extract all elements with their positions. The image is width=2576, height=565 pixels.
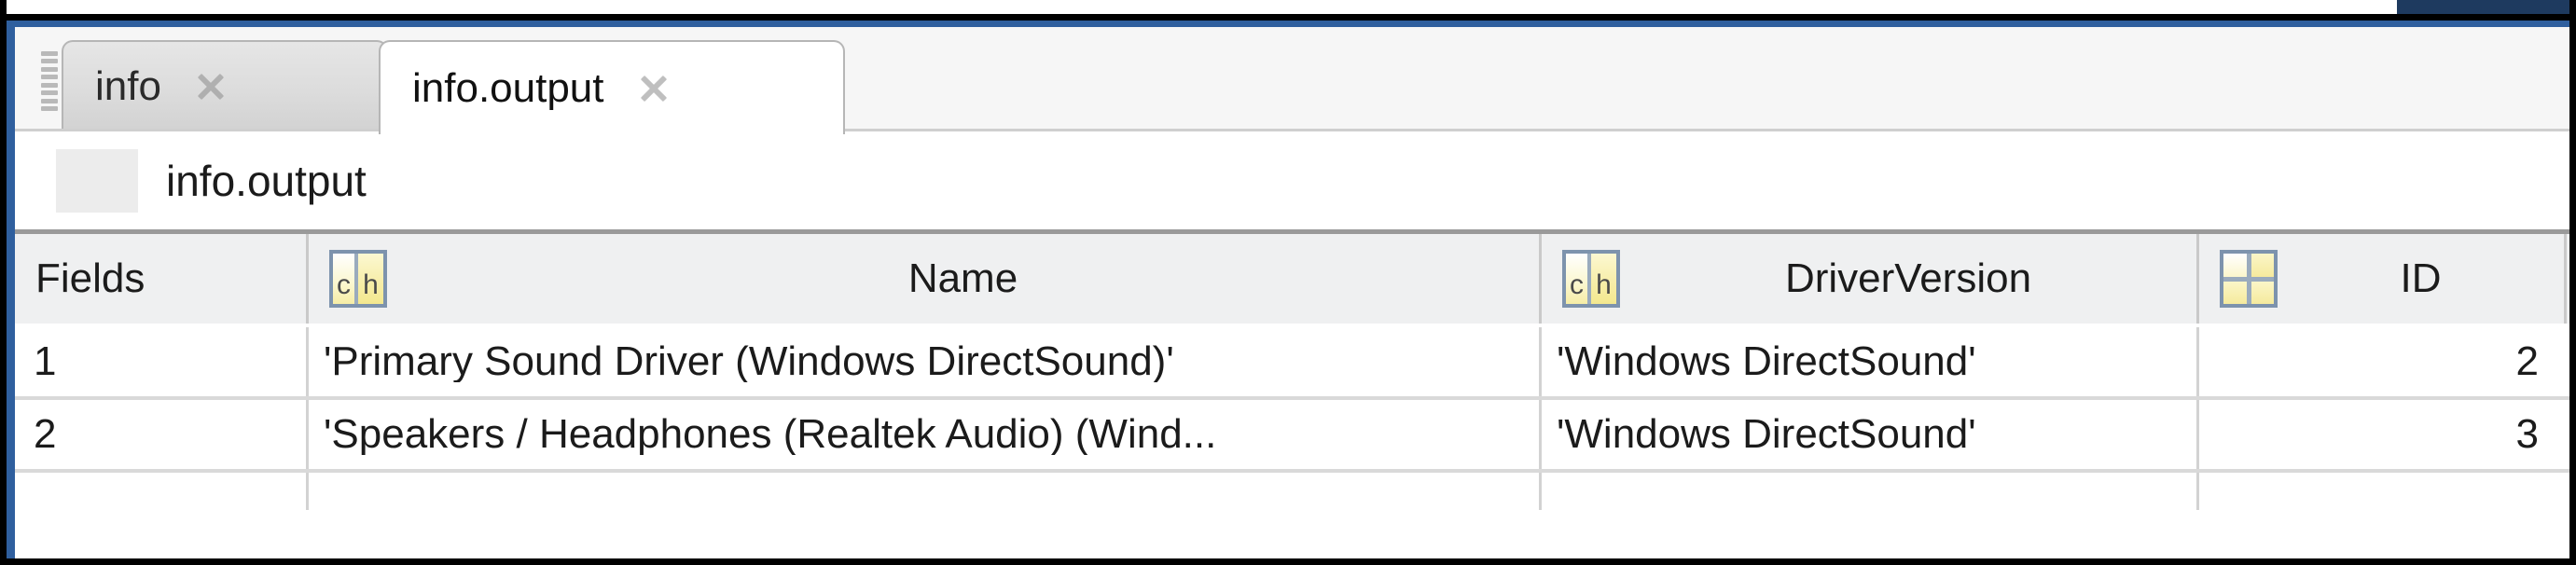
tab-info-output[interactable]: info.output [379, 40, 845, 134]
numeric-matrix-icon [2220, 250, 2278, 308]
cell-id-value: 3 [2516, 414, 2539, 455]
column-header-fields-label: Fields [15, 258, 306, 299]
cell-driverversion-value: 'Windows DirectSound' [1557, 341, 1976, 382]
table-row[interactable] [15, 473, 2569, 510]
cell-name[interactable]: 'Primary Sound Driver (Windows DirectSou… [309, 327, 1542, 396]
cell-name[interactable]: 'Speakers / Headphones (Realtek Audio) (… [309, 400, 1542, 469]
breadcrumb-variable-icon [56, 149, 138, 213]
tab-info-label: info [95, 66, 161, 107]
variable-editor-screenshot: info info.output info.output Fields [0, 0, 2576, 565]
variable-table: Fields c h Name c h DriverVersion [15, 229, 2569, 558]
tab-info[interactable]: info [62, 40, 388, 131]
panel-accent-top [7, 21, 2569, 27]
tab-info-output-label: info.output [412, 68, 604, 109]
cell-array-icon-char-c: c [1566, 254, 1591, 304]
column-header-name-label: Name [387, 258, 1539, 299]
column-header-id-label: ID [2278, 258, 2564, 299]
column-header-id[interactable]: ID [2199, 234, 2567, 324]
cell-id-value: 2 [2516, 341, 2539, 382]
panel-accent-left [7, 21, 15, 558]
cell-name-value: 'Speakers / Headphones (Realtek Audio) (… [324, 414, 1216, 455]
table-row[interactable]: 1 'Primary Sound Driver (Windows DirectS… [15, 327, 2569, 400]
cell-array-icon: c h [1562, 250, 1620, 308]
table-header-row: Fields c h Name c h DriverVersion [15, 234, 2569, 324]
cell-driverversion[interactable]: 'Windows DirectSound' [1542, 327, 2199, 396]
column-header-driverversion[interactable]: c h DriverVersion [1542, 234, 2199, 324]
window-title-strip [2397, 0, 2576, 14]
cell-id[interactable]: 3 [2199, 400, 2567, 469]
variable-editor-panel: info info.output info.output Fields [7, 21, 2569, 558]
panel-drag-grip[interactable] [41, 51, 58, 111]
row-header-cell[interactable]: 1 [15, 327, 309, 396]
cell-name-value: 'Primary Sound Driver (Windows DirectSou… [324, 341, 1174, 382]
cell-name[interactable] [309, 473, 1542, 510]
cell-driverversion[interactable] [1542, 473, 2199, 510]
row-index-label: 1 [34, 341, 56, 382]
close-icon[interactable] [193, 69, 229, 104]
outer-border-top [0, 14, 2576, 21]
cell-array-icon: c h [329, 250, 387, 308]
cell-id[interactable] [2199, 473, 2567, 510]
cell-driverversion-value: 'Windows DirectSound' [1557, 414, 1976, 455]
cell-array-icon-char-h: h [1591, 254, 1616, 304]
column-header-driverversion-label: DriverVersion [1620, 258, 2196, 299]
row-header-cell[interactable]: 2 [15, 400, 309, 469]
cell-array-icon-char-h: h [358, 254, 383, 304]
cell-driverversion[interactable]: 'Windows DirectSound' [1542, 400, 2199, 469]
breadcrumb-label[interactable]: info.output [166, 159, 367, 202]
column-header-fields[interactable]: Fields [15, 234, 309, 324]
row-header-cell[interactable] [15, 473, 309, 510]
row-index-label: 2 [34, 414, 56, 455]
tab-bar: info info.output [15, 27, 2569, 131]
cell-id[interactable]: 2 [2199, 327, 2567, 396]
close-icon[interactable] [636, 71, 672, 106]
cell-array-icon-char-c: c [333, 254, 358, 304]
breadcrumb: info.output [15, 131, 2569, 229]
top-gap [0, 0, 2576, 14]
table-row[interactable]: 2 'Speakers / Headphones (Realtek Audio)… [15, 400, 2569, 473]
column-header-name[interactable]: c h Name [309, 234, 1542, 324]
table-body: 1 'Primary Sound Driver (Windows DirectS… [15, 327, 2569, 558]
